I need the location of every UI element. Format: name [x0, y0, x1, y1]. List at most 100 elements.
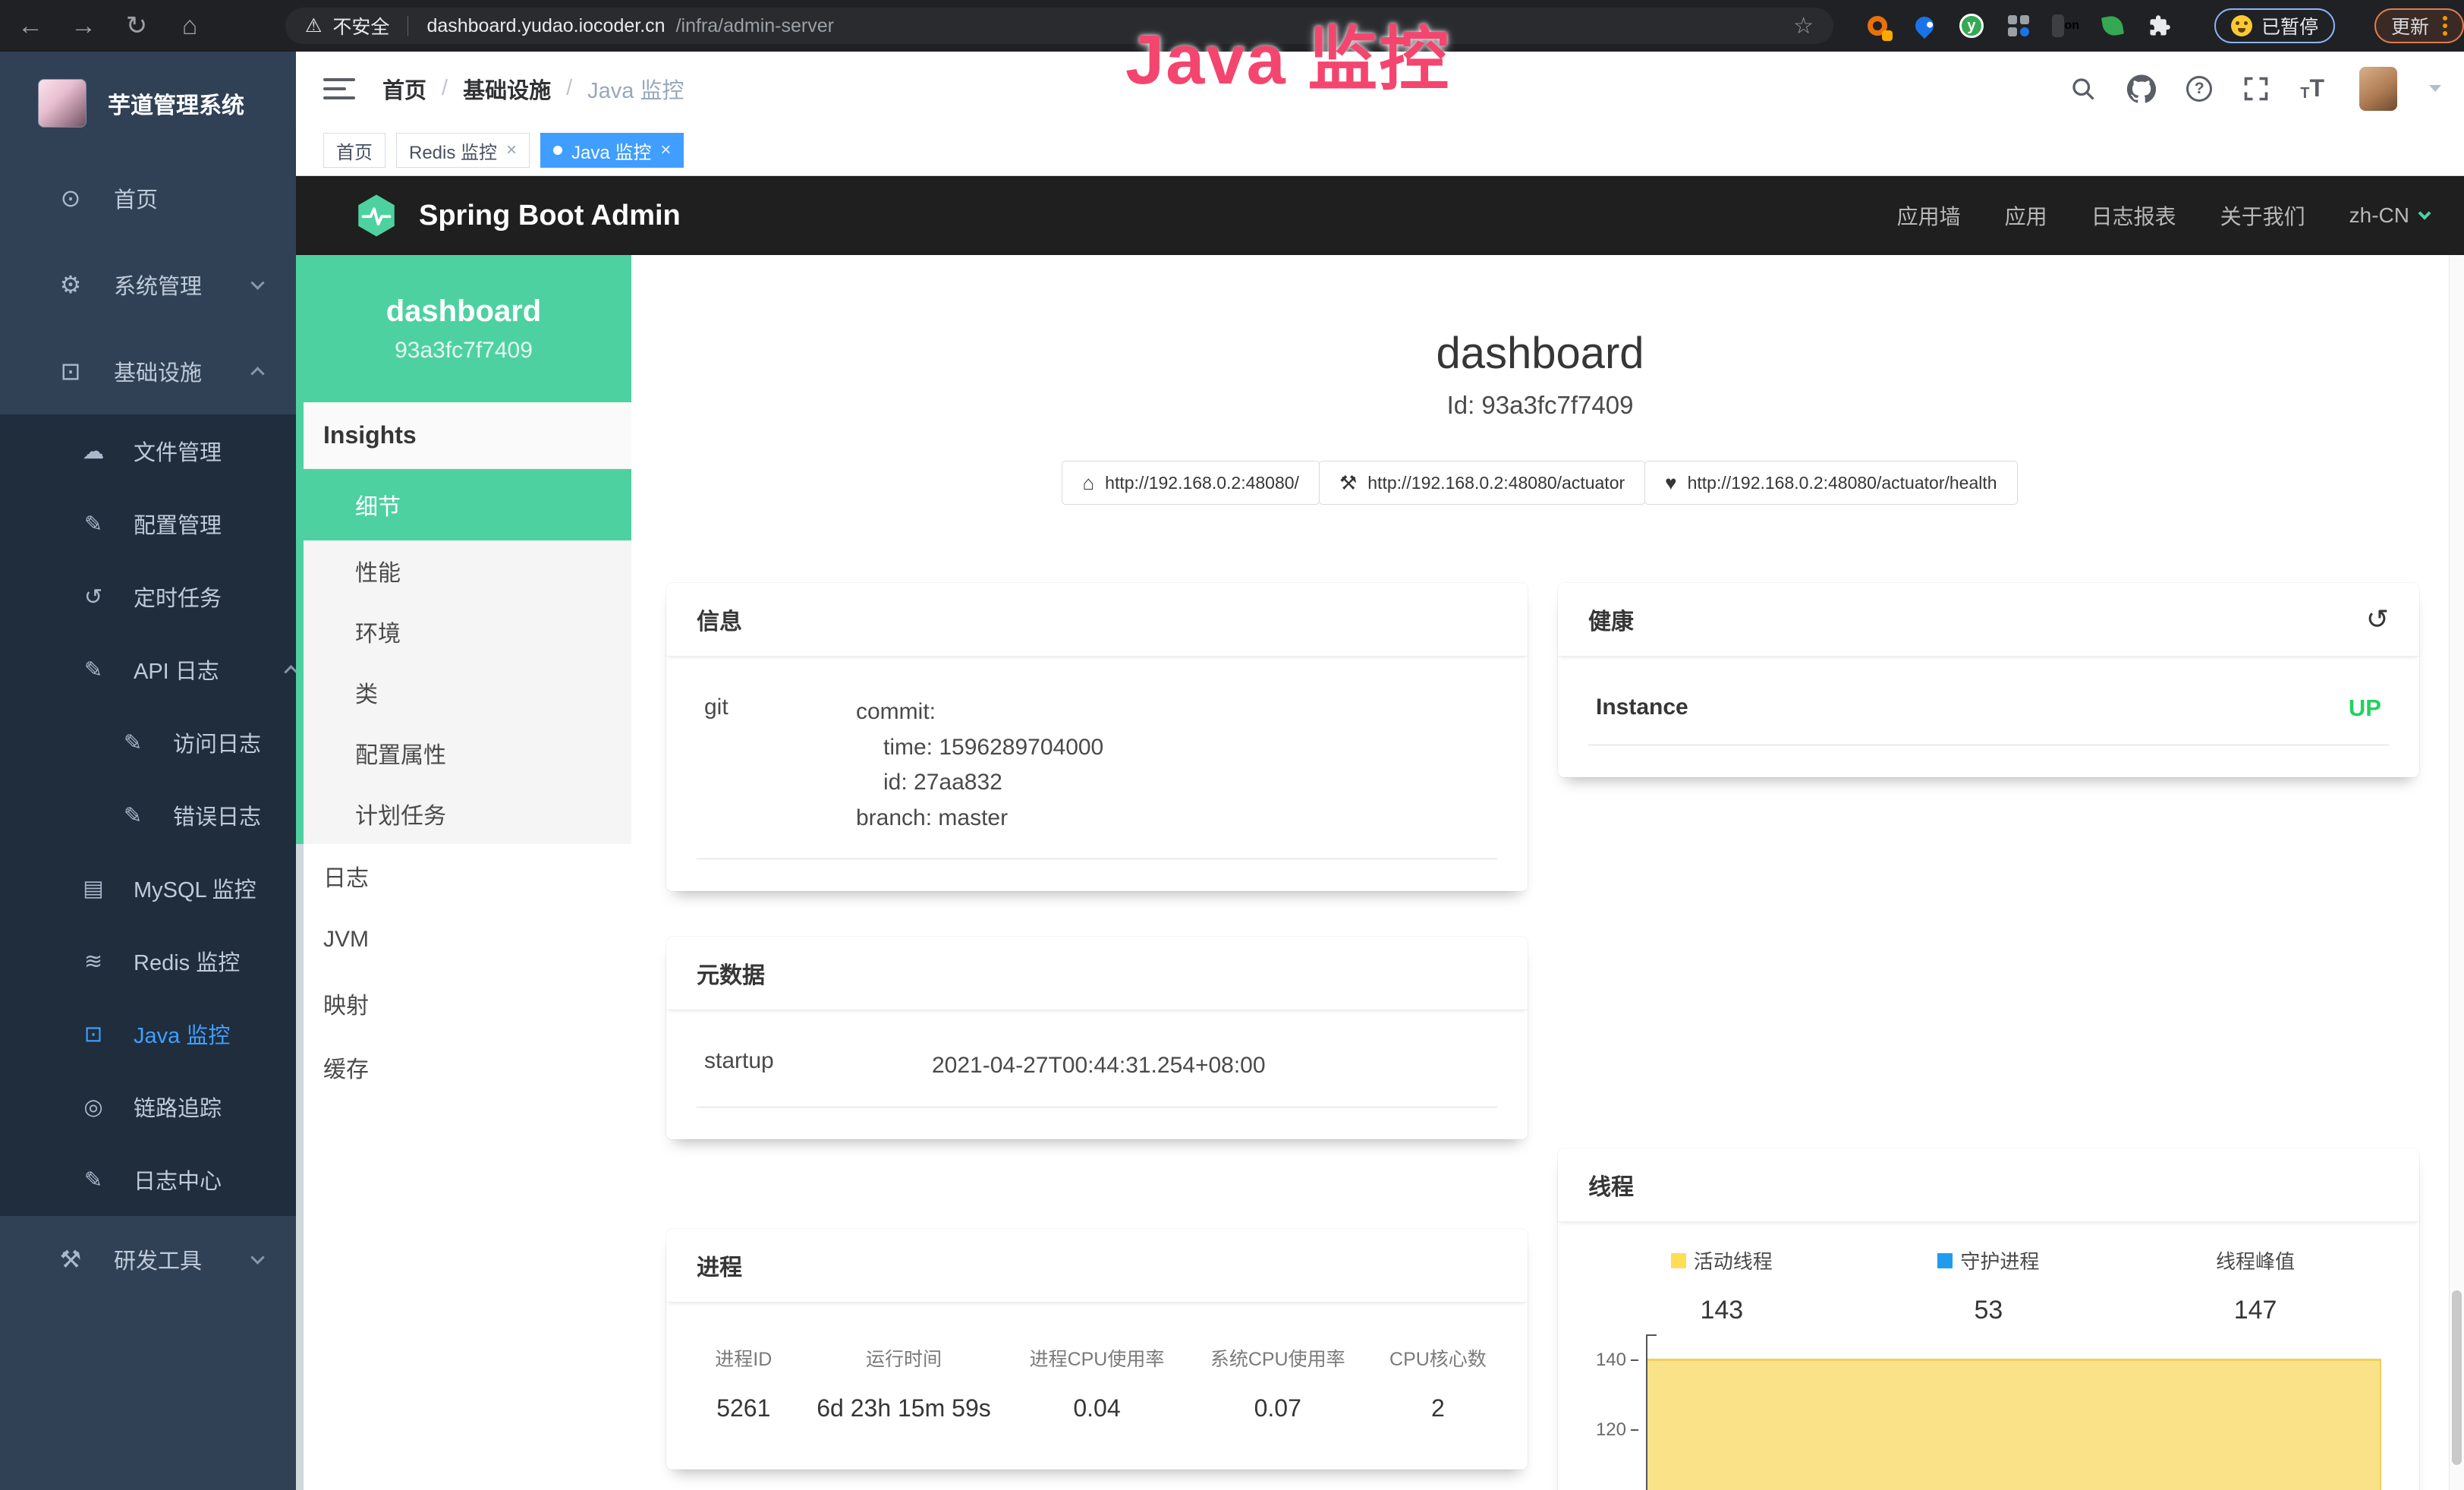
extension-grid-icon[interactable]	[2005, 12, 2032, 39]
y-tick: 120	[1596, 1419, 1638, 1441]
legend-blue-swatch-icon	[1937, 1253, 1953, 1268]
sba-nav-applications[interactable]: 应用	[2005, 200, 2047, 231]
search-icon[interactable]	[2069, 75, 2097, 102]
tag-java-monitor[interactable]: Java 监控 ×	[540, 133, 684, 168]
browser-reload-icon[interactable]: ↻	[120, 11, 153, 41]
sidebar-accent-strip	[296, 255, 304, 844]
bookmark-star-icon[interactable]: ☆	[1793, 13, 1814, 39]
close-icon[interactable]: ×	[660, 140, 671, 161]
sba-menu-config-props[interactable]: 配置属性	[296, 723, 631, 783]
sidebar-item-system-mgmt[interactable]: ⚙ 系统管理	[0, 241, 296, 328]
sba-menu-details[interactable]: 细节	[296, 469, 631, 540]
sba-nav-journal[interactable]: 日志报表	[2091, 200, 2176, 231]
info-git-row: git commit: time: 1596289704000 id: 27aa…	[697, 695, 1497, 859]
sba-menu-mappings[interactable]: 映射	[296, 972, 631, 1035]
extension-y-icon[interactable]: y	[1958, 12, 1985, 39]
avatar-caret-down-icon[interactable]	[2429, 85, 2441, 92]
address-bar[interactable]: ⚠ 不安全 dashboard.yudao.iocoder.cn /infra/…	[285, 8, 1833, 44]
sba-nav-wallboard[interactable]: 应用墙	[1897, 200, 1961, 231]
sidebar-item-api-logs[interactable]: ✎ API 日志	[0, 633, 296, 706]
sidebar-item-access-logs[interactable]: ✎ 访问日志	[0, 706, 296, 779]
font-size-icon[interactable]: TT	[2300, 74, 2324, 102]
health-card: 健康 ↺ Instance UP	[1558, 583, 2419, 777]
user-avatar[interactable]	[2359, 67, 2397, 111]
sidebar-scrollbar[interactable]	[296, 844, 304, 1490]
sidebar-item-mysql-monitor[interactable]: ▤ MySQL 监控	[0, 852, 296, 925]
sba-menu-classes[interactable]: 类	[296, 662, 631, 723]
monitor-icon: ⊡	[56, 357, 85, 386]
health-url-button[interactable]: ♥ http://192.168.0.2:48080/actuator/heal…	[1644, 461, 2017, 505]
sidebar-item-log-center[interactable]: ✎ 日志中心	[0, 1143, 296, 1216]
breadcrumb-infrastructure[interactable]: 基础设施	[463, 73, 551, 105]
sba-nav-about[interactable]: 关于我们	[2220, 200, 2305, 231]
fullscreen-icon[interactable]	[2242, 75, 2270, 102]
sba-menu-environment[interactable]: 环境	[296, 601, 631, 662]
sidebar-item-file-mgmt[interactable]: ☁ 文件管理	[0, 414, 296, 487]
legend-label: 活动线程	[1694, 1246, 1773, 1274]
breadcrumb-separator: /	[442, 76, 448, 101]
sidebar-item-config-mgmt[interactable]: ✎ 配置管理	[0, 487, 296, 560]
close-icon[interactable]: ×	[506, 140, 517, 161]
section-insights-label: Insights	[296, 402, 631, 469]
chevron-down-icon	[250, 276, 264, 289]
sidebar-logo[interactable]: 芋道管理系统	[0, 52, 296, 155]
sba-menu-caches[interactable]: 缓存	[296, 1035, 631, 1099]
history-icon[interactable]: ↺	[2366, 603, 2389, 635]
profile-paused-badge[interactable]: 已暂停	[2214, 8, 2335, 43]
service-url-button[interactable]: ⌂ http://192.168.0.2:48080/	[1062, 461, 1320, 505]
update-label: 更新	[2391, 12, 2429, 39]
sidebar-item-dev-tools[interactable]: ⚒ 研发工具	[0, 1216, 296, 1303]
browser-back-icon[interactable]: ←	[14, 11, 47, 41]
chrome-update-button[interactable]: 更新	[2374, 8, 2464, 43]
help-icon[interactable]: ?	[2186, 76, 2212, 102]
extension-orange-icon[interactable]	[1864, 12, 1891, 39]
health-card-body: Instance UP	[1558, 657, 2419, 777]
sidebar-item-redis-monitor[interactable]: ≋ Redis 监控	[0, 925, 296, 997]
locale-selector[interactable]: zh-CN	[2349, 203, 2429, 228]
actuator-url-button[interactable]: ⚒ http://192.168.0.2:48080/actuator	[1319, 461, 1645, 505]
health-instance-row[interactable]: Instance UP	[1588, 695, 2389, 745]
content-scrollbar-thumb[interactable]	[2452, 1290, 2462, 1465]
git-id-line: id: 27aa832	[856, 770, 1002, 795]
extension-leaf-icon[interactable]	[2099, 12, 2126, 39]
instance-header[interactable]: dashboard 93a3fc7f7409	[296, 255, 631, 402]
instance-id: 93a3fc7f7409	[395, 338, 533, 364]
tag-home[interactable]: 首页	[323, 133, 385, 168]
val-cpu-cores: 2	[1368, 1394, 1508, 1422]
github-icon[interactable]	[2127, 74, 2156, 103]
sba-brand-title[interactable]: Spring Boot Admin	[419, 200, 681, 232]
breadcrumb-separator: /	[566, 76, 572, 101]
sba-menu-jvm[interactable]: JVM	[296, 908, 631, 972]
breadcrumb-home[interactable]: 首页	[382, 73, 426, 105]
content-scrollbar-track[interactable]	[2449, 255, 2464, 1490]
legend-label: 守护进程	[1960, 1246, 2039, 1274]
security-warning-icon[interactable]: ⚠	[305, 14, 322, 37]
sba-navbar: Spring Boot Admin 应用墙 应用 日志报表 关于我们 zh-CN	[296, 176, 2464, 255]
extensions-puzzle-icon[interactable]	[2146, 12, 2173, 39]
heartbeat-icon: ♥	[1665, 471, 1676, 495]
browser-forward-icon[interactable]: →	[67, 11, 100, 41]
hamburger-menu-icon[interactable]	[323, 76, 355, 102]
sba-menu-metrics[interactable]: 性能	[296, 540, 631, 601]
tag-redis-monitor[interactable]: Redis 监控 ×	[396, 133, 530, 168]
extension-on-icon[interactable]: on	[2052, 12, 2079, 39]
sidebar-item-java-monitor[interactable]: ⊡ Java 监控	[0, 997, 296, 1070]
metadata-card-body: startup 2021-04-27T00:44:31.254+08:00	[666, 1010, 1528, 1139]
browser-menu-kebab-icon[interactable]	[2443, 16, 2447, 36]
health-url-label: http://192.168.0.2:48080/actuator/health	[1688, 473, 1997, 493]
sba-menu-scheduled-tasks[interactable]: 计划任务	[296, 783, 631, 844]
browser-home-icon[interactable]: ⌂	[173, 11, 206, 41]
metadata-startup-row: startup 2021-04-27T00:44:31.254+08:00	[697, 1048, 1497, 1107]
sidebar-item-home[interactable]: ⊙ 首页	[0, 155, 296, 241]
sidebar-item-error-logs[interactable]: ✎ 错误日志	[0, 779, 296, 852]
extension-pin-icon[interactable]	[1911, 12, 1938, 39]
sba-menu-logs[interactable]: 日志	[296, 844, 631, 908]
sidebar-item-tracing[interactable]: ◎ 链路追踪	[0, 1070, 296, 1143]
breadcrumb: 首页 / 基础设施 / Java 监控	[382, 73, 684, 105]
legend-value: 53	[1975, 1296, 2003, 1325]
sidebar-item-scheduled-jobs[interactable]: ↺ 定时任务	[0, 560, 296, 633]
sidebar-item-infrastructure[interactable]: ⊡ 基础设施	[0, 328, 296, 414]
sba-nav: 应用墙 应用 日志报表 关于我们 zh-CN	[1897, 200, 2429, 231]
service-url-label: http://192.168.0.2:48080/	[1105, 473, 1299, 493]
app-shell: 芋道管理系统 ⊙ 首页 ⚙ 系统管理 ⊡ 基础设施 ☁ 文件管理 ✎ 配置管理	[0, 52, 2464, 1490]
